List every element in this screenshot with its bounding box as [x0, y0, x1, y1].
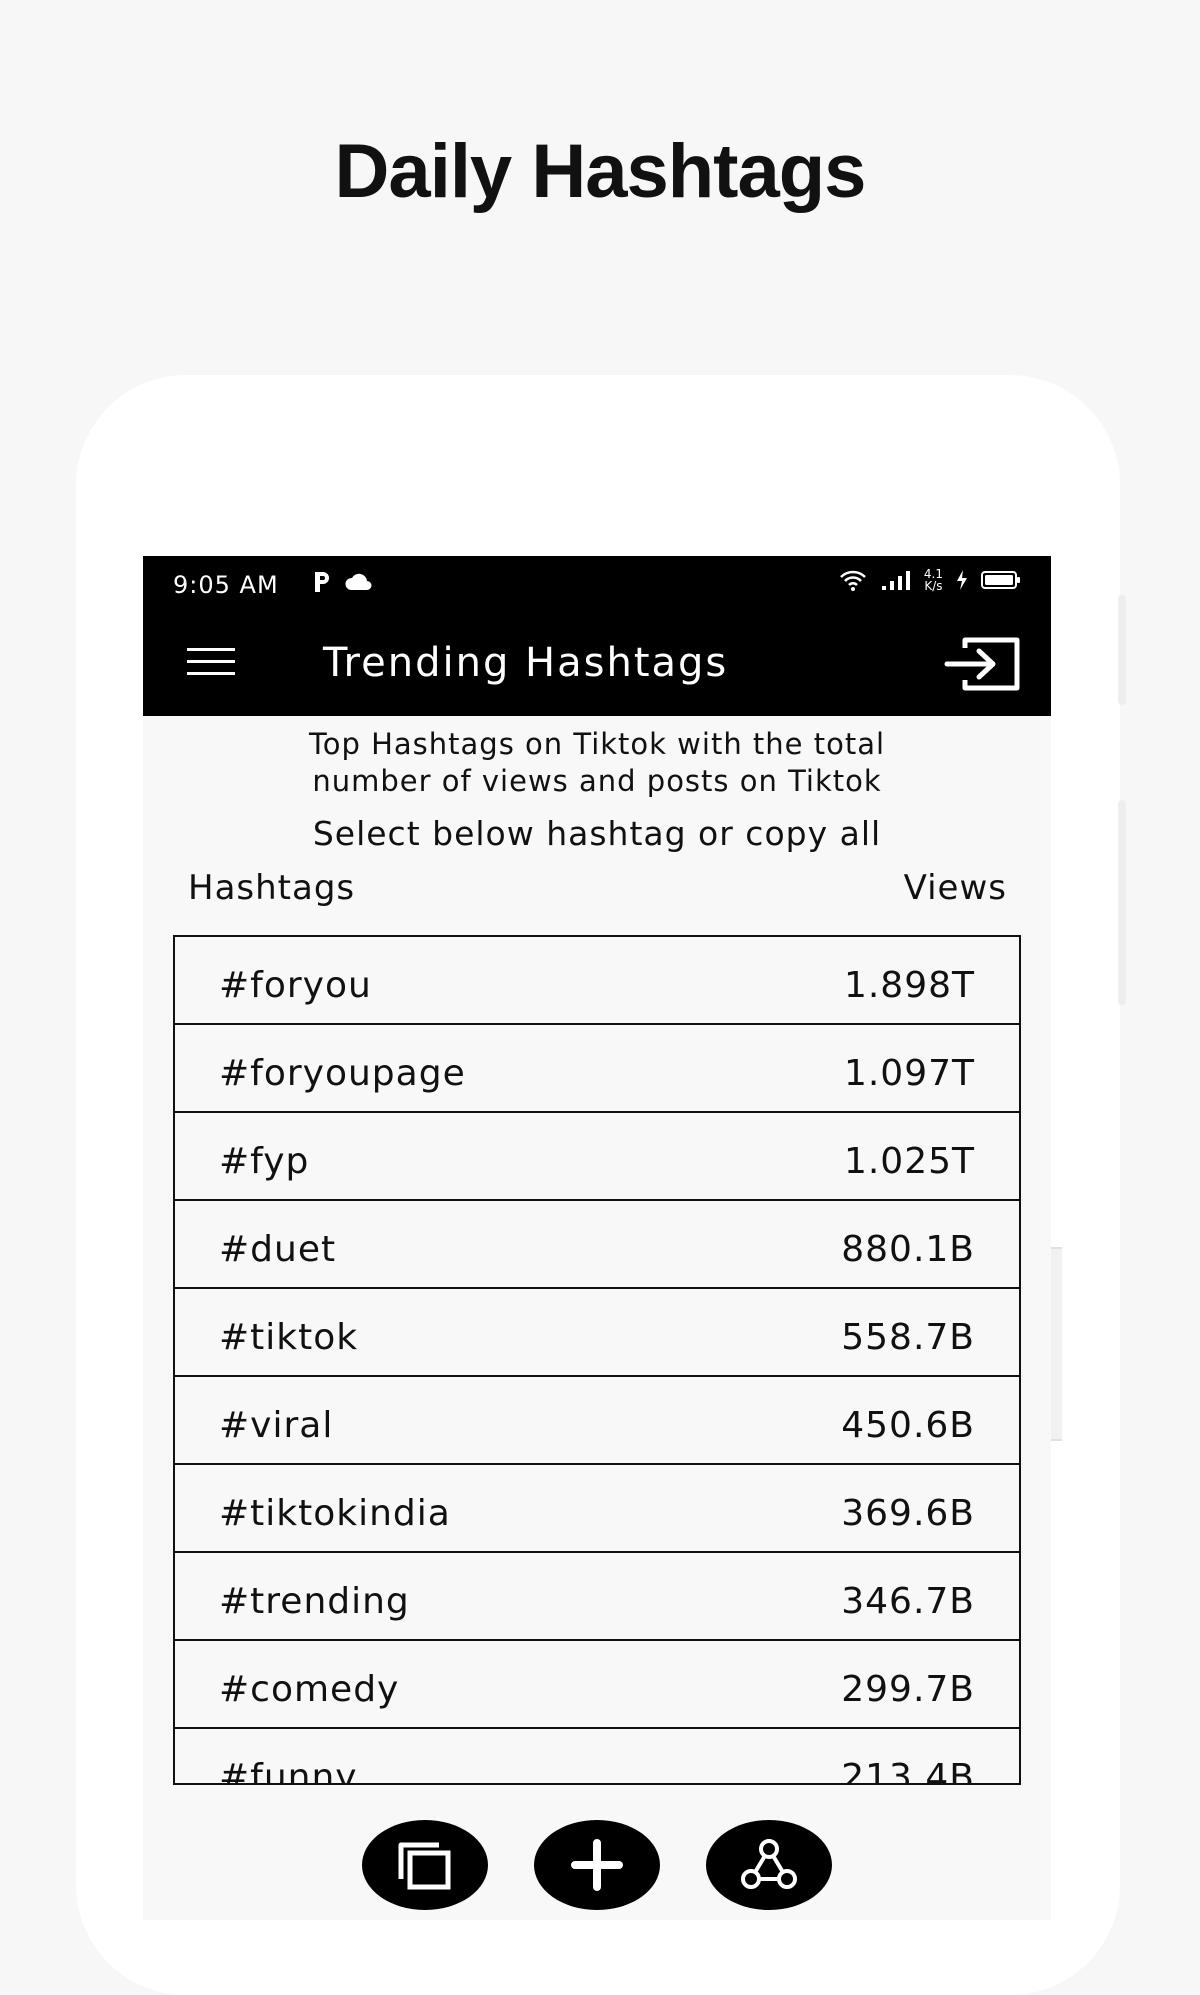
- hashtag-name: #fyp: [219, 1140, 310, 1182]
- hashtag-views: 1.025T: [843, 1140, 975, 1182]
- battery-icon: [981, 571, 1020, 589]
- hashtag-views: 213.4B: [841, 1756, 975, 1785]
- network-speed-unit: K/s: [924, 579, 943, 593]
- hashtag-name: #trending: [219, 1580, 410, 1622]
- description: Top Hashtags on Tiktok with the total nu…: [143, 726, 1051, 800]
- hashtag-views: 558.7B: [841, 1316, 975, 1358]
- status-time: 9:05 AM: [173, 571, 279, 599]
- description-line-2: number of views and posts on Tiktok: [312, 764, 882, 798]
- action-buttons: [143, 1820, 1051, 1916]
- hashtag-views: 1.898T: [843, 964, 975, 1006]
- hashtag-views: 1.097T: [843, 1052, 975, 1094]
- charging-icon: [957, 570, 967, 590]
- hashtag-name: #funny: [219, 1756, 358, 1785]
- hashtag-name: #foryoupage: [219, 1052, 466, 1094]
- hashtag-row[interactable]: #fyp 1.025T: [175, 1113, 1019, 1201]
- phone-side-button: [1118, 595, 1126, 705]
- column-header-views: Views: [903, 868, 1007, 908]
- hashtag-row[interactable]: #foryou 1.898T: [175, 937, 1019, 1025]
- description-line-1: Top Hashtags on Tiktok with the total: [308, 727, 886, 761]
- hashtag-row[interactable]: #foryoupage 1.097T: [175, 1025, 1019, 1113]
- hashtag-row[interactable]: #comedy 299.7B: [175, 1641, 1019, 1729]
- hashtag-name: #tiktokindia: [219, 1492, 451, 1534]
- wifi-icon: [840, 570, 866, 591]
- copy-icon: [398, 1842, 451, 1890]
- promo-title: Daily Hashtags: [334, 129, 867, 214]
- hashtag-list[interactable]: #foryou 1.898T #foryoupage 1.097T #fyp 1…: [173, 935, 1021, 1785]
- plus-icon: [571, 1839, 623, 1891]
- copy-all-button[interactable]: [362, 1820, 488, 1910]
- hashtag-row[interactable]: #funny 213.4B: [175, 1729, 1019, 1785]
- hashtag-views: 299.7B: [841, 1668, 975, 1710]
- hashtag-name: #duet: [219, 1228, 337, 1270]
- exit-arrow-icon[interactable]: [943, 634, 1023, 694]
- hashtag-row[interactable]: #duet 880.1B: [175, 1201, 1019, 1289]
- network-speed: 4.1 K/s: [924, 568, 943, 592]
- hashtag-name: #foryou: [219, 964, 372, 1006]
- share-icon: [741, 1839, 797, 1889]
- hashtag-name: #viral: [219, 1404, 334, 1446]
- hashtag-name: #tiktok: [219, 1316, 359, 1358]
- app-screen: 9:05 AM 4.1 K/s Trending Hashtags Top Ha…: [143, 556, 1051, 1920]
- hashtag-name: #comedy: [219, 1668, 400, 1710]
- hashtag-views: 880.1B: [841, 1228, 975, 1270]
- select-hint: Select below hashtag or copy all: [312, 814, 882, 853]
- app-bar: Trending Hashtags: [143, 612, 1051, 716]
- signal-icon: [881, 571, 910, 590]
- hashtag-row[interactable]: #tiktokindia 369.6B: [175, 1465, 1019, 1553]
- share-button[interactable]: [706, 1820, 832, 1910]
- hashtag-views: 450.6B: [841, 1404, 975, 1446]
- hashtag-row[interactable]: #trending 346.7B: [175, 1553, 1019, 1641]
- cloud-icon: [345, 573, 372, 590]
- parking-app-icon: [315, 572, 329, 592]
- app-bar-title: Trending Hashtags: [323, 640, 729, 686]
- hashtag-row[interactable]: #viral 450.6B: [175, 1377, 1019, 1465]
- add-button[interactable]: [534, 1820, 660, 1910]
- phone-side-button: [1118, 800, 1126, 1005]
- status-bar: 9:05 AM 4.1 K/s: [143, 556, 1051, 612]
- hashtag-views: 369.6B: [841, 1492, 975, 1534]
- hashtag-row[interactable]: #tiktok 558.7B: [175, 1289, 1019, 1377]
- hamburger-menu-icon[interactable]: [187, 648, 235, 680]
- hashtag-views: 346.7B: [841, 1580, 975, 1622]
- column-header-hashtags: Hashtags: [188, 868, 356, 908]
